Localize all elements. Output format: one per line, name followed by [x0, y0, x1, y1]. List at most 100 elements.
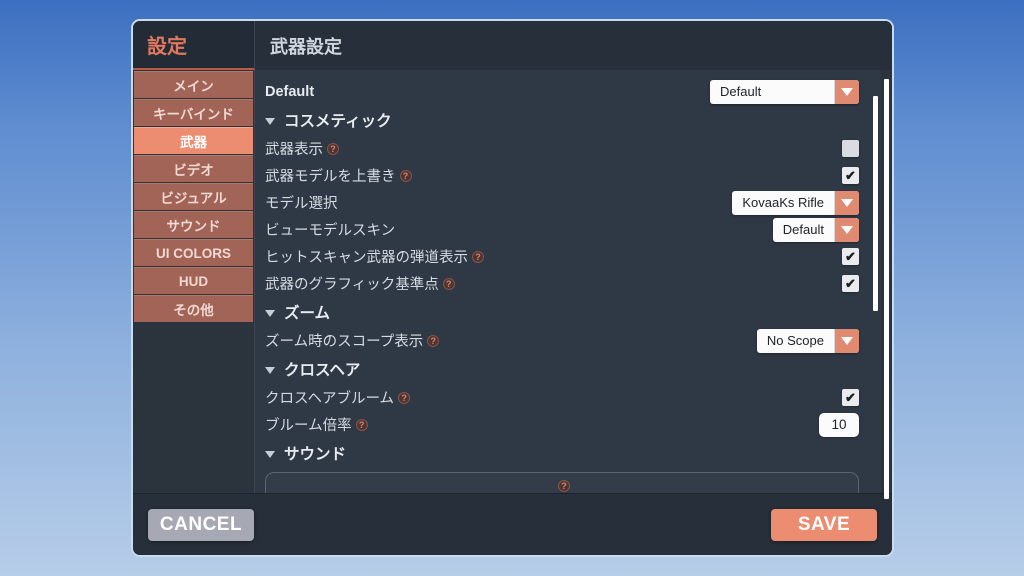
sidebar-item-label: ビデオ	[173, 163, 214, 178]
dropdown[interactable]: KovaaKs Rifle	[732, 190, 859, 215]
number-input[interactable]: 10	[819, 412, 859, 437]
section-title: コスメティック	[284, 113, 392, 130]
help-icon[interactable]: ?	[472, 250, 484, 263]
chevron-down-icon	[265, 309, 275, 317]
checkbox-checked[interactable]: ✔	[842, 389, 859, 406]
section-header-1[interactable]: ズーム	[265, 297, 859, 327]
settings-title: 設定	[133, 21, 255, 70]
dropdown[interactable]: No Scope	[756, 328, 859, 353]
help-icon[interactable]: ?	[399, 169, 412, 182]
sidebar-item-4[interactable]: ビジュアル	[134, 183, 253, 210]
chevron-down-icon	[265, 366, 275, 374]
setting-row: 武器のグラフィック基準点? ✔	[265, 270, 859, 297]
checkmark-icon: ✔	[845, 275, 856, 291]
checkbox-checked[interactable]: ✔	[842, 275, 859, 292]
checkmark-icon: ✔	[845, 167, 856, 183]
chevron-down-icon	[265, 450, 275, 458]
checkmark-icon: ✔	[845, 248, 856, 264]
inner-scrollbar[interactable]	[873, 70, 878, 493]
row-control: No Scope	[756, 328, 859, 353]
section-title: クロスヘア	[284, 362, 361, 379]
settings-main-area: Default Default コスメティック 武器表示? 武器モデルを上書き? ✔ モデル…	[255, 70, 881, 493]
setting-row-label-wrap: 武器モデルを上書き?	[265, 165, 412, 186]
row-control	[842, 140, 859, 157]
save-button[interactable]: SAVE	[771, 508, 877, 541]
preset-row: Default Default	[265, 78, 859, 105]
sidebar-item-label: ビジュアル	[160, 191, 227, 206]
cancel-button[interactable]: CANCEL	[148, 508, 254, 541]
setting-label: 武器のグラフィック基準点	[265, 277, 439, 293]
dropdown-value: No Scope	[766, 333, 824, 348]
setting-label: ブルーム倍率	[265, 418, 352, 434]
setting-row-label-wrap: ビューモデルスキン	[265, 219, 395, 240]
dropdown[interactable]: Default	[772, 217, 859, 242]
setting-row-label-wrap: クロスヘアブルーム?	[265, 387, 411, 408]
help-icon[interactable]: ?	[427, 334, 440, 347]
chevron-down-icon[interactable]	[834, 328, 859, 353]
sidebar-item-label: HUD	[178, 273, 209, 289]
sidebar-item-label: メイン	[173, 79, 214, 94]
setting-label: クロスヘアブルーム	[265, 391, 395, 407]
row-control: ✔	[842, 275, 859, 292]
chevron-down-icon[interactable]	[834, 217, 859, 242]
setting-row: クロスヘアブルーム? ✔	[265, 384, 859, 411]
settings-sidebar: メインキーバインド 武器ビデオビジュアルサウンド UI COLORS HUD その他	[133, 70, 255, 493]
outer-scrollbar[interactable]	[881, 70, 892, 499]
setting-row: ビューモデルスキン Default	[265, 216, 859, 243]
sidebar-item-8[interactable]: その他	[134, 295, 253, 322]
window-header: 設定 武器設定	[133, 21, 892, 70]
checkbox-checked[interactable]: ✔	[842, 248, 859, 265]
setting-row: ズーム時のスコープ表示? No Scope	[265, 327, 859, 354]
dropdown-value: Default	[782, 222, 824, 237]
row-control: ✔	[842, 167, 859, 184]
row-control: 10	[819, 412, 859, 437]
sidebar-item-3[interactable]: ビデオ	[134, 155, 253, 182]
dropdown[interactable]: Default	[710, 79, 859, 104]
checkbox-unchecked[interactable]	[842, 140, 859, 157]
row-control: Default	[710, 79, 859, 104]
chevron-down-icon	[265, 117, 275, 125]
help-icon[interactable]: ?	[558, 479, 570, 492]
setting-row-label-wrap: ズーム時のスコープ表示?	[265, 330, 440, 351]
setting-label: 武器表示	[265, 142, 323, 158]
setting-row-label-wrap: 武器表示?	[265, 138, 339, 159]
window-footer: CANCEL SAVE	[133, 493, 892, 555]
setting-label: ビューモデルスキン	[265, 223, 396, 239]
window-body: メインキーバインド 武器ビデオビジュアルサウンド UI COLORS HUD その他 D…	[133, 70, 892, 499]
inner-scrollbar-thumb[interactable]	[873, 96, 878, 311]
chevron-down-icon[interactable]	[834, 79, 859, 104]
sidebar-item-1[interactable]: キーバインド	[134, 99, 253, 126]
checkbox-checked[interactable]: ✔	[842, 167, 859, 184]
row-control: KovaaKs Rifle	[732, 190, 859, 215]
section-header-0[interactable]: コスメティック	[265, 105, 859, 135]
setting-row-label-wrap: ヒットスキャン武器の弾道表示?	[265, 246, 484, 267]
row-control: ✔	[842, 248, 859, 265]
row-control: ✔	[842, 389, 859, 406]
outer-scrollbar-thumb[interactable]	[884, 79, 889, 499]
sidebar-item-6[interactable]: UI COLORS	[134, 239, 253, 266]
help-icon[interactable]: ?	[355, 418, 368, 431]
help-icon[interactable]: ?	[398, 391, 411, 404]
sidebar-item-label: その他	[173, 303, 214, 318]
sidebar-item-label: キーバインド	[153, 107, 234, 122]
sidebar-item-7[interactable]: HUD	[134, 267, 253, 294]
section-title: サウンド	[284, 446, 347, 463]
sidebar-item-0[interactable]: メイン	[134, 71, 253, 98]
settings-list: Default Default コスメティック 武器表示? 武器モデルを上書き? ✔ モデル…	[255, 70, 881, 493]
sidebar-item-label: UI COLORS	[155, 245, 231, 261]
setting-label: モデル選択	[265, 196, 338, 212]
setting-row-label-wrap: モデル選択	[265, 192, 338, 213]
section-header-2[interactable]: クロスヘア	[265, 354, 859, 384]
clipped-sound-panel: ?	[265, 472, 859, 493]
dropdown-value: Default	[720, 84, 762, 99]
setting-row: 武器表示?	[265, 135, 859, 162]
sidebar-item-label: 武器	[180, 135, 207, 150]
sidebar-item-2[interactable]: 武器	[134, 127, 253, 154]
sidebar-item-5[interactable]: サウンド	[134, 211, 253, 238]
help-icon[interactable]: ?	[327, 142, 339, 155]
chevron-down-icon[interactable]	[834, 190, 859, 215]
section-header-3[interactable]: サウンド	[265, 438, 859, 468]
setting-row: モデル選択 KovaaKs Rifle	[265, 189, 859, 216]
setting-label: ズーム時のスコープ表示	[265, 334, 424, 350]
help-icon[interactable]: ?	[442, 277, 455, 290]
